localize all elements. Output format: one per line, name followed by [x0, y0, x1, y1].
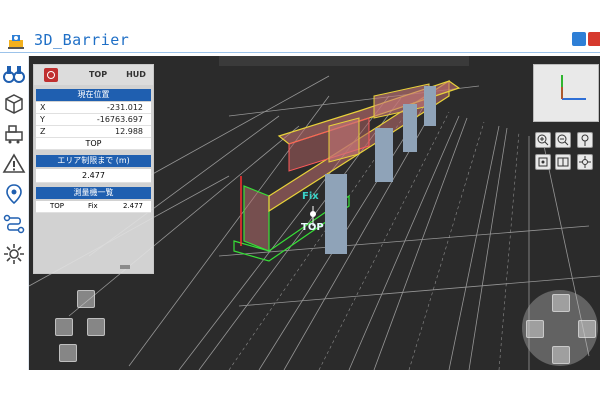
machine-icon[interactable] [2, 122, 26, 146]
dpad-left-button[interactable] [55, 318, 73, 336]
zoom-out-icon[interactable] [555, 132, 571, 148]
settings-gear-icon[interactable] [577, 154, 593, 170]
gear-icon[interactable] [2, 242, 26, 266]
tab-top[interactable]: TOP [84, 68, 112, 82]
title-bar: 3D_Barrier [0, 28, 600, 52]
maximize-icon[interactable] [572, 32, 586, 46]
coord-value: 12.988 [115, 127, 143, 136]
tab-hud[interactable]: HUD [122, 68, 150, 82]
info-panel: TOP HUD 現在位置 X -231.012 Y -16763.697 Z 1… [33, 64, 154, 274]
area-limit-header: エリア制限まで (m) [36, 155, 151, 167]
coord-row-x: X -231.012 [36, 102, 151, 114]
joystick-up-button[interactable] [552, 294, 570, 312]
route-icon[interactable] [2, 212, 26, 236]
position-header: 現在位置 [36, 89, 151, 101]
top-label: TOP [301, 222, 324, 233]
window-title: 3D_Barrier [34, 31, 130, 49]
coord-key: X [40, 103, 46, 112]
survey-value: 2.477 [122, 202, 143, 210]
close-icon[interactable] [588, 32, 600, 46]
reference-row: TOP [36, 138, 151, 150]
coord-value: -231.012 [107, 103, 143, 112]
coord-row-y: Y -16763.697 [36, 114, 151, 126]
fix-label: Fix [302, 191, 319, 202]
record-icon[interactable] [44, 68, 58, 82]
survey-status: Fix [88, 202, 98, 210]
title-divider [0, 52, 600, 53]
survey-name: TOP [50, 202, 65, 210]
survey-row[interactable]: TOP Fix 2.477 [36, 201, 151, 213]
joystick-down-button[interactable] [552, 346, 570, 364]
coord-row-z: Z 12.988 [36, 126, 151, 138]
coord-key: Y [40, 115, 45, 124]
dpad-down-left-button[interactable] [59, 344, 77, 362]
zoom-in-icon[interactable] [535, 132, 551, 148]
target-icon[interactable] [535, 154, 551, 170]
app-logo-icon [8, 35, 24, 49]
coord-key: Z [40, 127, 46, 136]
pin-icon[interactable] [577, 132, 593, 148]
survey-list-header: 測量機一覧 [36, 187, 151, 199]
split-view-icon[interactable] [555, 154, 571, 170]
coord-value: -16763.697 [96, 115, 143, 124]
panel-toolbar: TOP HUD [34, 65, 153, 85]
left-toolbar [0, 56, 29, 370]
right-joystick[interactable] [522, 290, 598, 366]
axis-icon [561, 75, 586, 100]
pillar [325, 174, 347, 254]
cube-icon[interactable] [2, 92, 26, 116]
warning-icon[interactable] [2, 152, 26, 176]
dpad-right-button[interactable] [87, 318, 105, 336]
binoculars-icon[interactable] [2, 62, 26, 86]
axis-gizmo [533, 64, 599, 122]
joystick-left-button[interactable] [526, 320, 544, 338]
left-dpad [55, 290, 115, 362]
area-limit-value: 2.477 [36, 169, 151, 183]
dpad-up-button[interactable] [77, 290, 95, 308]
location-pin-icon[interactable] [2, 182, 26, 206]
panel-resize-handle[interactable] [120, 265, 130, 269]
joystick-right-button[interactable] [578, 320, 596, 338]
